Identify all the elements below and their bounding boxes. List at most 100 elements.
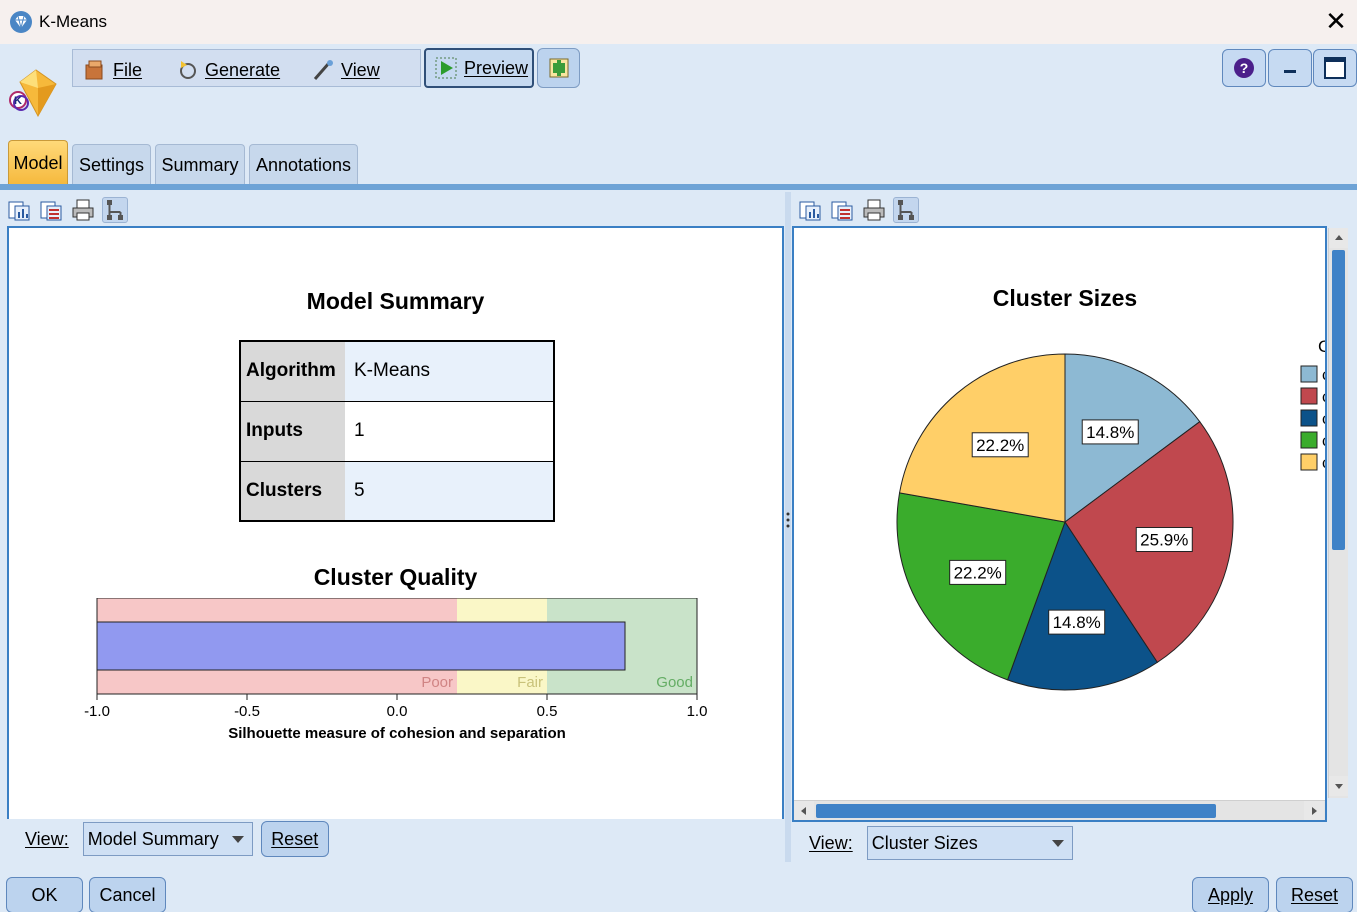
close-button[interactable]: ✕ [1322,8,1350,36]
vertical-scroll-thumb[interactable] [1332,250,1345,550]
add-to-stream-button[interactable] [537,48,580,88]
table-key: Inputs [240,400,345,461]
tab-bar: Model Settings Summary Annotations [0,140,1357,186]
tab-model-label[interactable]: Model [13,153,62,174]
horizontal-scrollbar[interactable] [794,800,1325,820]
tab-summary-label[interactable]: Summary [161,155,238,176]
right-view-bar: View: Cluster Sizes [791,823,1357,863]
left-panel-toolbar [0,192,128,228]
help-button[interactable]: ? [1222,49,1266,87]
right-view-select-value[interactable]: Cluster Sizes [872,833,978,854]
left-reset-label[interactable]: Reset [271,829,318,850]
table-row: Inputs 1 [240,400,554,461]
menu-bar: File Generate View [72,49,421,87]
tab-annotations-label[interactable]: Annotations [256,155,351,176]
table-value: 1 [345,400,554,461]
right-view-select[interactable]: Cluster Sizes [866,826,1073,860]
cancel-label[interactable]: Cancel [99,885,155,906]
scroll-left-button[interactable] [794,801,814,820]
tab-settings-label[interactable]: Settings [79,155,144,176]
scroll-right-icon [1312,807,1317,815]
menu-generate-label[interactable]: Generate [205,60,280,81]
preview-label[interactable]: Preview [464,58,528,79]
copy-visualization-icon[interactable] [797,197,823,223]
table-row: Clusters 5 [240,460,554,521]
legend-entry: c [1322,389,1325,406]
left-reset-button[interactable]: Reset [260,821,329,857]
legend-swatch [1300,365,1318,383]
slice-label: 25.9% [1140,531,1188,550]
chevron-down-icon [1051,839,1064,847]
table-row: Algorithm K-Means [240,340,554,401]
table-key: Algorithm [240,340,345,401]
quality-band-label: Fair [517,674,543,691]
cluster-quality-title: Cluster Quality [313,564,478,590]
tab-annotations[interactable]: Annotations [249,144,358,186]
minimize-button[interactable] [1268,49,1312,87]
cluster-sizes-view: Cluster Sizes 14.8% 25.9% 14.8% 22.2% 22.2% Cc… [792,226,1327,822]
copy-visualization-icon[interactable] [6,197,32,223]
minimize-icon [1284,70,1296,73]
tab-summary[interactable]: Summary [155,144,245,186]
preview-play-icon [435,57,457,79]
legend-swatch [1300,387,1318,405]
cancel-button[interactable]: Cancel [89,877,166,912]
menu-generate[interactable]: Generate [177,59,280,81]
app-diamond-icon [10,11,32,33]
generate-icon [180,61,196,79]
vertical-scrollbar[interactable] [1328,228,1348,798]
menu-view[interactable]: View [311,59,380,81]
left-view-select[interactable]: Model Summary [82,822,253,856]
tree-icon[interactable] [893,197,919,223]
scroll-right-button[interactable] [1304,801,1324,820]
silhouette-bar [96,621,626,671]
quality-band-label: Good [656,674,693,691]
x-tick-label: 0.5 [537,703,558,720]
x-tick-label: -1.0 [84,703,110,720]
legend-swatch [1300,409,1318,427]
file-box-icon [85,60,103,80]
horizontal-scroll-thumb[interactable] [816,804,1216,818]
apply-button[interactable]: Apply [1192,877,1269,912]
preview-button[interactable]: Preview [424,48,534,88]
legend-entry: c [1322,411,1325,428]
menu-file-label[interactable]: File [113,60,142,81]
tree-icon[interactable] [102,197,128,223]
menu-view-label[interactable]: View [341,60,380,81]
print-icon[interactable] [70,197,96,223]
reset-label[interactable]: Reset [1291,885,1338,906]
menu-file[interactable]: File [83,59,142,81]
window-title: K-Means [39,12,108,31]
right-panel-toolbar [791,192,919,228]
x-axis-label: Silhouette measure of cohesion and separ… [228,725,566,742]
close-icon[interactable]: ✕ [1325,7,1347,37]
tab-settings[interactable]: Settings [72,144,151,186]
model-summary-view: Model Summary Algorithm K-Means Inputs 1… [7,226,784,822]
ok-label[interactable]: OK [31,885,57,906]
copy-data-icon[interactable] [38,197,64,223]
right-view-label: View: [809,832,853,853]
maximize-button[interactable] [1313,49,1357,87]
model-summary-table: Algorithm K-Means Inputs 1 Clusters 5 [239,340,555,522]
scroll-up-icon [1334,235,1343,240]
cluster-sizes-chart: Cluster Sizes 14.8% 25.9% 14.8% 22.2% 22.2% Cc… [896,285,1325,691]
chart-title: Cluster Sizes [993,285,1137,311]
copy-data-icon[interactable] [829,197,855,223]
scroll-down-button[interactable] [1329,776,1348,796]
model-summary-title: Model Summary [306,288,485,314]
print-icon[interactable] [861,197,887,223]
table-key: Clusters [240,460,345,521]
table-value: 5 [345,460,554,521]
kmeans-node-icon: K [9,69,57,118]
cluster-quality-chart: Poor Fair Good -1.0 -0.5 0.0 0.5 1.0 Silhouette … [84,598,708,742]
reset-button[interactable]: Reset [1276,877,1353,912]
scroll-up-button[interactable] [1329,228,1348,248]
x-tick-label: 1.0 [687,703,708,720]
apply-label[interactable]: Apply [1208,885,1253,906]
add-node-icon [549,58,568,78]
ok-button[interactable]: OK [6,877,83,912]
x-tick-label: 0.0 [387,703,408,720]
tab-model[interactable]: Model [8,140,68,186]
left-panel: Model Summary Algorithm K-Means Inputs 1… [0,192,786,862]
left-view-select-value[interactable]: Model Summary [88,829,219,850]
